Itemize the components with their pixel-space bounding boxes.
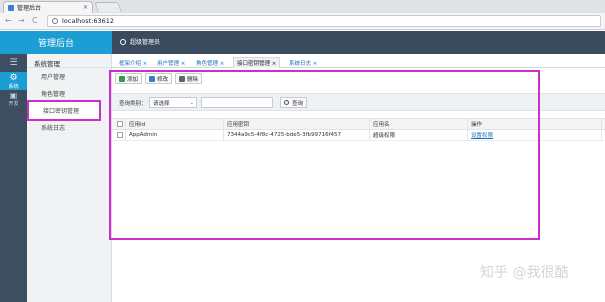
tab-close-icon[interactable]: ×: [83, 4, 88, 11]
module-iconbar: ☰ ⚙ 系统 ▣ 开发: [0, 54, 27, 302]
tab-framework-intro[interactable]: 框架介绍 ×: [116, 57, 150, 68]
sidebar-item-api-keys[interactable]: 接口密钥管理: [27, 100, 101, 121]
back-icon[interactable]: ←: [5, 16, 12, 25]
browser-tab[interactable]: 管理后台 ×: [3, 1, 93, 13]
forward-icon[interactable]: →: [18, 16, 25, 25]
watermark: 知乎 @我很酷: [480, 265, 569, 281]
address-bar-row: ← → C localhost:63612: [0, 13, 605, 30]
user-name: 超级管理员: [130, 39, 161, 46]
iconbar-label: 开发: [8, 101, 19, 107]
new-tab-button[interactable]: [94, 2, 122, 12]
favicon-icon: [8, 4, 14, 11]
iconbar-item-menu[interactable]: ☰: [0, 54, 27, 72]
sidebar: 系统管理 用户管理 角色管理 接口密钥管理 系统日志: [27, 54, 112, 302]
browser-tabstrip: 管理后台 ×: [0, 0, 605, 13]
tab-users[interactable]: 用户管理 ×: [154, 57, 188, 68]
app-header: 管理后台 超级管理员: [0, 31, 605, 54]
iconbar-label: 系统: [8, 83, 19, 90]
url-input[interactable]: localhost:63612: [47, 15, 601, 27]
user-menu[interactable]: 超级管理员: [120, 37, 160, 46]
briefcase-icon: ▣: [9, 91, 18, 100]
sidebar-item-logs[interactable]: 系统日志: [27, 119, 111, 136]
tab-logs[interactable]: 系统日志 ×: [286, 57, 320, 68]
gear-icon: ⚙: [9, 72, 18, 83]
tab-roles[interactable]: 角色管理 ×: [193, 57, 227, 68]
sidebar-section-title: 系统管理: [27, 54, 111, 68]
logo-text: 管理后台: [37, 39, 74, 49]
tab-api-keys[interactable]: 接口密钥管理 ×: [233, 57, 281, 68]
user-icon: [120, 38, 126, 45]
url-text: localhost:63612: [62, 17, 115, 25]
sidebar-item-users[interactable]: 用户管理: [27, 68, 111, 85]
iconbar-item-system[interactable]: ⚙ 系统: [0, 72, 27, 90]
page-tabs: 框架介绍 × 用户管理 × 角色管理 × 接口密钥管理 × 系统日志 ×: [112, 54, 605, 68]
menu-icon: ☰: [9, 58, 18, 68]
reload-icon[interactable]: C: [32, 16, 38, 25]
highlight-frame: [109, 70, 540, 240]
logo: 管理后台: [0, 31, 112, 54]
info-icon[interactable]: [52, 18, 58, 24]
sidebar-item-roles[interactable]: 角色管理: [27, 85, 111, 102]
tab-title: 管理后台: [17, 5, 42, 12]
iconbar-item-dev[interactable]: ▣ 开发: [0, 90, 27, 108]
